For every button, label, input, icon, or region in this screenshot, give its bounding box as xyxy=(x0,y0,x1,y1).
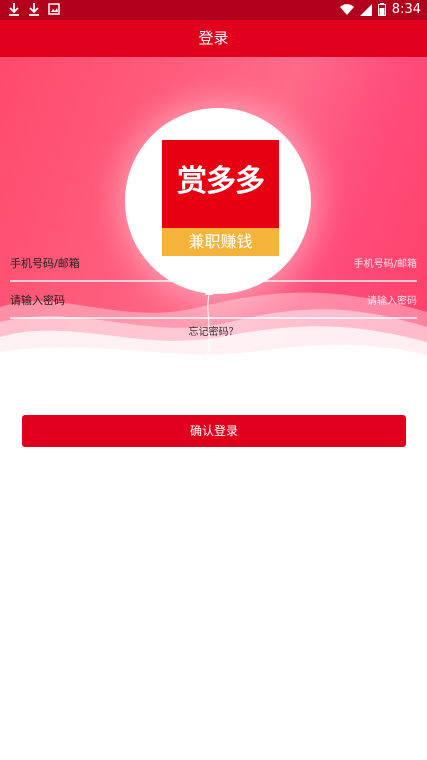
page-title: 登录 xyxy=(198,29,229,47)
password-label: 请输入密码 xyxy=(10,294,65,307)
image-icon xyxy=(48,3,60,15)
status-bar: 8:34 xyxy=(0,0,427,20)
account-field-row: 手机号码/邮箱 xyxy=(10,252,417,282)
battery-icon xyxy=(377,3,386,16)
signal-icon xyxy=(359,3,372,16)
password-underline xyxy=(10,317,417,319)
login-button[interactable]: 确认登录 xyxy=(22,415,406,447)
account-input[interactable] xyxy=(157,252,417,276)
wifi-icon xyxy=(339,3,354,15)
download-icon xyxy=(9,3,19,16)
logo-brand-text: 赏多多 xyxy=(177,164,265,199)
app-logo: 赏多多 兼职赚钱 xyxy=(162,140,279,256)
password-input[interactable] xyxy=(157,289,417,313)
download-icon xyxy=(29,3,39,16)
forgot-password-link[interactable]: 忘记密码？ xyxy=(0,323,427,338)
app-toolbar: 登录 xyxy=(0,20,427,57)
password-field-row: 请输入密码 xyxy=(10,289,417,319)
account-label: 手机号码/邮箱 xyxy=(10,257,80,270)
status-time: 8:34 xyxy=(391,2,421,17)
account-underline xyxy=(10,280,417,282)
